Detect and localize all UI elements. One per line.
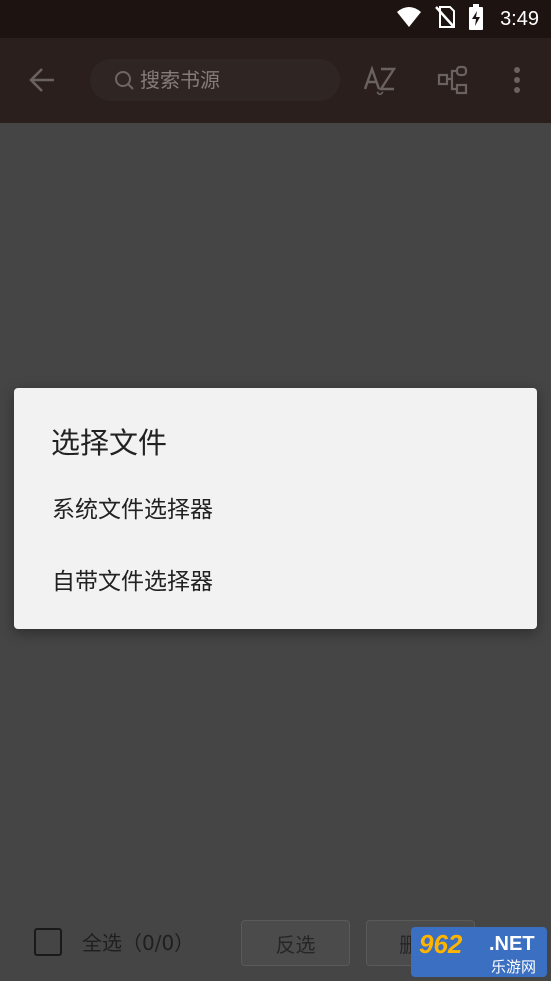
toolbar: [0, 38, 551, 123]
watermark-number: 962: [419, 929, 463, 959]
watermark-suffix: .NET: [489, 933, 535, 955]
more-vert-icon: [513, 66, 521, 98]
group-icon: [437, 65, 469, 99]
choose-file-dialog: 选择文件 系统文件选择器 自带文件选择器: [14, 388, 537, 629]
select-all-checkbox[interactable]: [34, 927, 62, 956]
builtin-file-picker-option[interactable]: 自带文件选择器: [14, 543, 537, 615]
sort-button[interactable]: [361, 65, 399, 99]
az-sort-icon: [363, 65, 397, 99]
watermark-logo: 962 .NET 乐游网: [411, 927, 547, 977]
invert-selection-button[interactable]: 反选: [241, 920, 350, 966]
battery-charging-icon: [468, 4, 484, 34]
more-button[interactable]: [502, 65, 532, 99]
system-file-picker-option[interactable]: 系统文件选择器: [14, 471, 537, 543]
watermark-site-name: 乐游网: [491, 958, 537, 976]
select-all-label: 全选（0/0）: [82, 931, 195, 955]
group-button[interactable]: [434, 65, 472, 99]
search-icon: [114, 70, 134, 90]
no-sim-icon: [434, 5, 456, 33]
wifi-icon: [396, 6, 422, 32]
back-button[interactable]: [24, 64, 60, 100]
status-bar: 3:49: [0, 0, 551, 38]
select-all-toggle[interactable]: 全选（0/0）: [34, 927, 194, 956]
search-box[interactable]: [90, 59, 340, 101]
status-time: 3:49: [500, 7, 539, 30]
dialog-title: 选择文件: [51, 426, 168, 460]
search-input[interactable]: [140, 68, 320, 92]
arrow-left-icon: [28, 67, 56, 97]
